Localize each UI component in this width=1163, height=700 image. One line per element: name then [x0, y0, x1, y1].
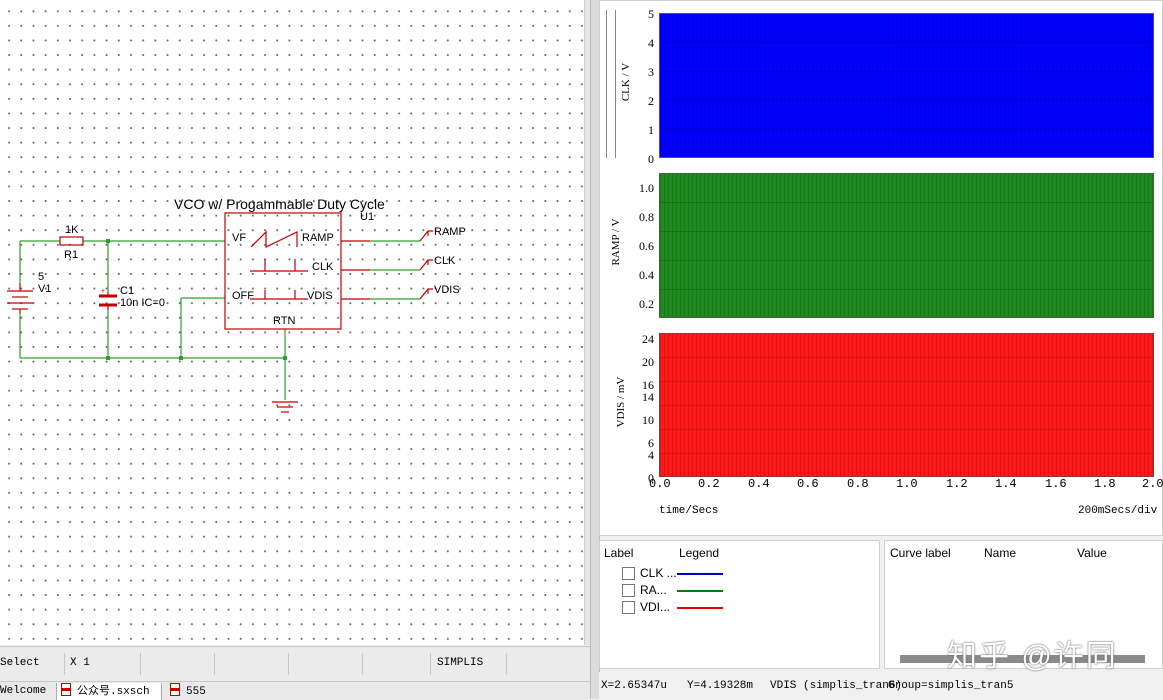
status-zoom: X 1 — [70, 657, 90, 669]
pin-clk: CLK — [312, 261, 334, 273]
ramp-tick: 0.8 — [639, 210, 654, 224]
tab-label: 公众号.sxsch — [77, 686, 150, 698]
x-tick: 0.6 — [797, 477, 819, 491]
plot-ramp-ylabel: RAMP / V — [610, 218, 622, 266]
probe-label-ramp: RAMP — [434, 226, 466, 238]
plot-clk-ylabel: CLK / V — [620, 62, 632, 102]
vdis-tick: 10 — [642, 413, 654, 427]
probe-clk[interactable] — [419, 259, 433, 271]
v1-name: V1 — [38, 283, 52, 295]
wires — [19, 240, 286, 400]
ramp-tick: 0.2 — [639, 297, 654, 311]
x-tick: 1.6 — [1045, 477, 1067, 491]
legend-panel: Label Legend CLK ... RA... VDI... — [599, 540, 880, 669]
plot-vdis-ylabel: VDIS / mV — [615, 376, 627, 428]
legend-row-label: VDI... — [640, 600, 671, 614]
c1-value: 10n IC=0 — [120, 297, 165, 309]
pin-vdis: VDIS — [307, 290, 333, 302]
probe-label-clk: CLK — [434, 255, 456, 267]
x-division-label: 200mSecs/div — [1078, 505, 1158, 517]
waveform-status-bar: X=2.65347u Y=4.19328m VDIS (simplis_tran… — [599, 672, 1163, 699]
vdis-tick: 24 — [642, 332, 654, 346]
vdis-tick: 4 — [648, 448, 654, 462]
tab-schematic[interactable]: 公众号.sxsch — [56, 683, 162, 700]
plot-vdis[interactable] — [659, 333, 1154, 477]
plot-ramp[interactable] — [659, 173, 1154, 318]
legend-header-label: Label — [604, 546, 634, 560]
col-value: Value — [1077, 546, 1107, 560]
vdis-tick: 14 — [642, 390, 654, 404]
clk-tick: 4 — [648, 36, 654, 50]
clk-tick: 0 — [648, 152, 654, 166]
ramp-tick: 0.4 — [639, 268, 654, 282]
cursor-x: X=2.65347u — [601, 680, 668, 692]
x-axis-label: time/Secs — [659, 505, 719, 517]
pin-rtn: RTN — [273, 315, 296, 327]
col-curve-label: Curve label — [890, 546, 951, 560]
legend-row-label: RA... — [640, 583, 667, 597]
status-simulator: SIMPLIS — [437, 657, 484, 669]
legend-line-vdis — [677, 607, 723, 609]
status-mode: Select — [0, 657, 40, 669]
tab-555[interactable]: 555 — [166, 683, 220, 700]
legend-row-label: CLK ... — [640, 566, 677, 580]
c1-name: C1 — [120, 285, 135, 297]
pin-ramp: RAMP — [302, 232, 334, 244]
legend-header-legend: Legend — [679, 546, 720, 560]
curve-visibility-checkbox[interactable] — [622, 601, 635, 614]
legend-line-clk — [677, 573, 723, 575]
probe-label-vdis: VDIS — [434, 284, 460, 296]
x-tick: 0.2 — [698, 477, 720, 491]
waveform-left-rule — [606, 10, 616, 158]
col-name: Name — [984, 546, 1017, 560]
x-tick: 0.4 — [748, 477, 770, 491]
active-curve: VDIS (simplis_tran6) — [770, 680, 903, 692]
clk-tick: 2 — [648, 94, 654, 108]
vdis-tick: 20 — [642, 355, 654, 369]
curve-visibility-checkbox[interactable] — [622, 584, 635, 597]
pin-vf: VF — [232, 232, 247, 244]
document-tabs: Welcome 公众号.sxsch 555 — [0, 681, 590, 700]
resistor-r1[interactable] — [59, 236, 84, 246]
ramp-tick: 1.0 — [639, 181, 654, 195]
u1-ref: U1 — [360, 211, 375, 223]
pin-off: OFF — [232, 290, 254, 302]
x-tick: 1.8 — [1094, 477, 1116, 491]
ground-symbol[interactable] — [272, 401, 298, 413]
tab-welcome[interactable]: Welcome — [0, 683, 50, 700]
schematic-canvas[interactable]: + VCO w/ Progammable Duty Cycle U1 VF OF… — [0, 0, 584, 645]
status-bar: Select X 1 SIMPLIS — [0, 646, 590, 681]
r1-value: 1K — [65, 224, 79, 236]
output-stubs — [341, 240, 420, 300]
schematic-file-icon — [61, 683, 71, 696]
schematic-title: VCO w/ Progammable Duty Cycle — [174, 196, 385, 212]
cursor-y: Y=4.19328m — [687, 680, 754, 692]
schematic-file-icon — [170, 683, 180, 696]
x-tick: 2.0 — [1142, 477, 1163, 491]
probe-ramp[interactable] — [419, 230, 433, 242]
clk-tick: 5 — [648, 7, 654, 21]
x-tick: 0.0 — [649, 477, 671, 491]
r1-name: R1 — [64, 249, 79, 261]
x-tick: 1.4 — [995, 477, 1017, 491]
ramp-tick: 0.6 — [639, 239, 654, 253]
x-tick: 1.2 — [946, 477, 968, 491]
battery-v1[interactable] — [7, 283, 33, 313]
clk-tick: 1 — [648, 123, 654, 137]
probe-vdis[interactable] — [419, 288, 433, 300]
clk-tick: 3 — [648, 65, 654, 79]
legend-line-ramp — [677, 590, 723, 592]
curve-visibility-checkbox[interactable] — [622, 567, 635, 580]
watermark: 知乎 @许同 — [947, 640, 1118, 673]
x-tick: 1.0 — [896, 477, 918, 491]
c1-plus: + — [101, 288, 105, 295]
active-group: Group=simplis_tran5 — [888, 680, 1014, 692]
tab-label: 555 — [186, 686, 206, 698]
v1-value: 5 — [38, 271, 45, 283]
plot-clk[interactable] — [659, 13, 1154, 158]
tab-label: Welcome — [0, 685, 47, 697]
x-tick: 0.8 — [847, 477, 869, 491]
